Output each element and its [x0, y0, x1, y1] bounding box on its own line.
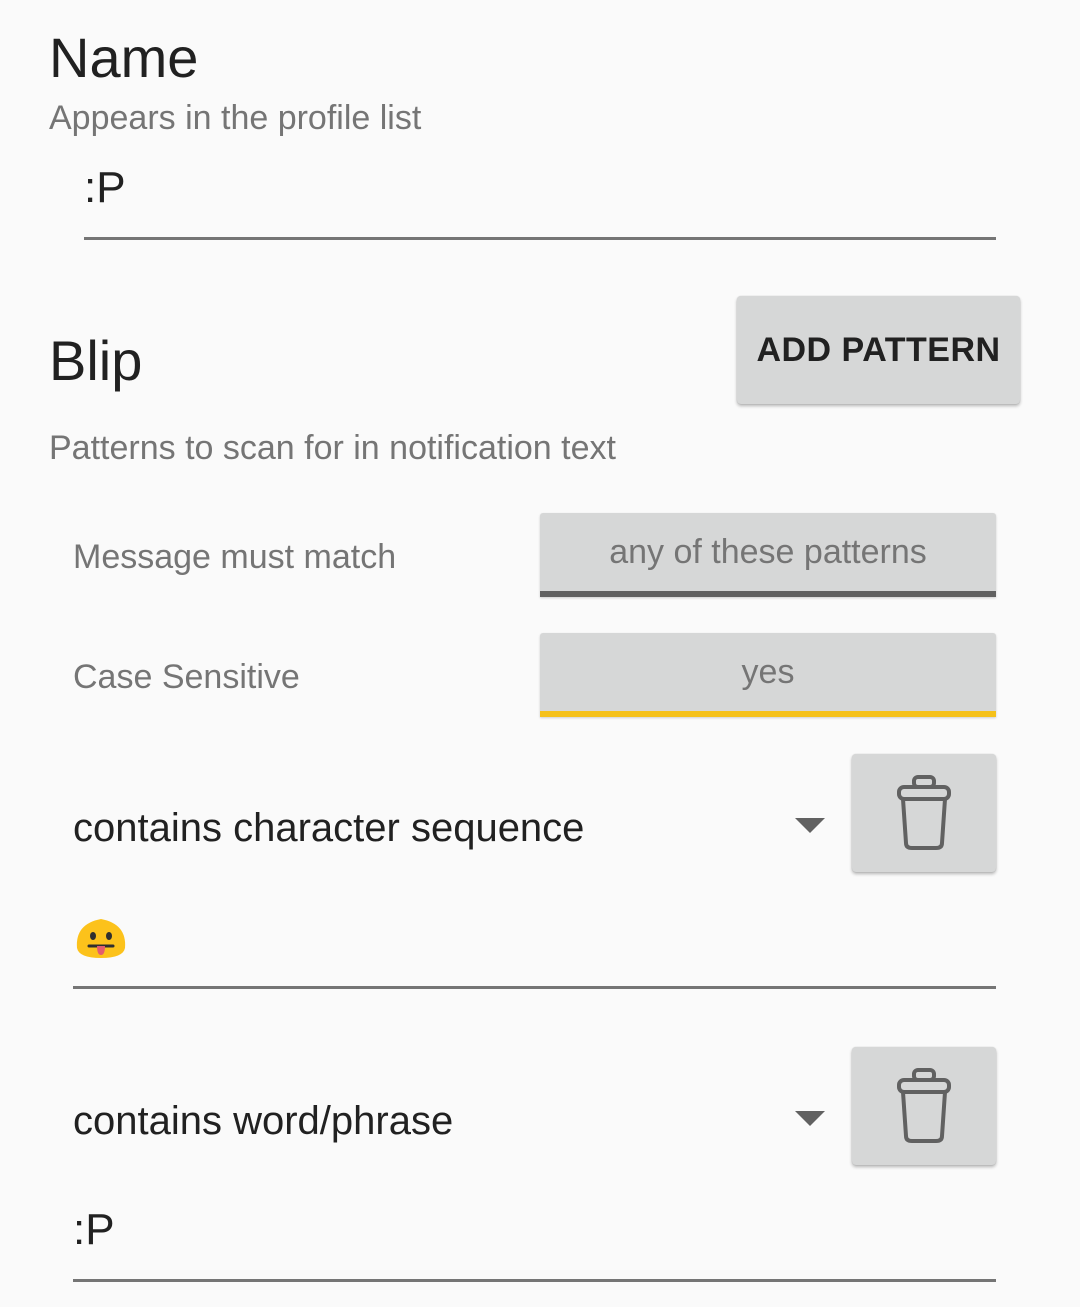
pattern-type-label-1: contains character sequence	[73, 806, 585, 850]
delete-pattern-button-2[interactable]	[852, 1047, 996, 1165]
add-pattern-label: ADD PATTERN	[756, 330, 1001, 369]
chevron-down-icon[interactable]	[795, 818, 825, 833]
pattern-type-spinner-2[interactable]: contains word/phrase	[73, 1078, 833, 1162]
pattern-value-field-1[interactable]	[73, 905, 996, 989]
trash-icon	[897, 1068, 951, 1143]
case-sensitive-toggle[interactable]: yes	[540, 633, 996, 717]
chevron-down-icon[interactable]	[795, 1111, 825, 1126]
match-mode-value: any of these patterns	[609, 532, 927, 571]
match-mode-toggle[interactable]: any of these patterns	[540, 513, 996, 597]
match-mode-label: Message must match	[73, 538, 397, 576]
case-sensitive-label: Case Sensitive	[73, 658, 300, 696]
blip-section-title: Blip	[49, 329, 143, 392]
profile-name-value: :P	[84, 163, 126, 212]
delete-pattern-button-1[interactable]	[852, 754, 996, 872]
pattern-value-2: :P	[73, 1205, 115, 1254]
blip-section-subtitle: Patterns to scan for in notification tex…	[49, 429, 616, 467]
tongue-out-emoji-icon	[76, 919, 126, 958]
trash-icon	[897, 775, 951, 850]
profile-name-field[interactable]: :P	[84, 160, 996, 240]
pattern-value-field-2[interactable]: :P	[73, 1198, 996, 1282]
name-section-title: Name	[49, 26, 199, 89]
name-section-subtitle: Appears in the profile list	[49, 99, 422, 137]
case-sensitive-value: yes	[741, 652, 795, 691]
pattern-type-label-2: contains word/phrase	[73, 1099, 454, 1143]
pattern-type-spinner-1[interactable]: contains character sequence	[73, 785, 833, 869]
add-pattern-button[interactable]: ADD PATTERN	[737, 296, 1020, 404]
